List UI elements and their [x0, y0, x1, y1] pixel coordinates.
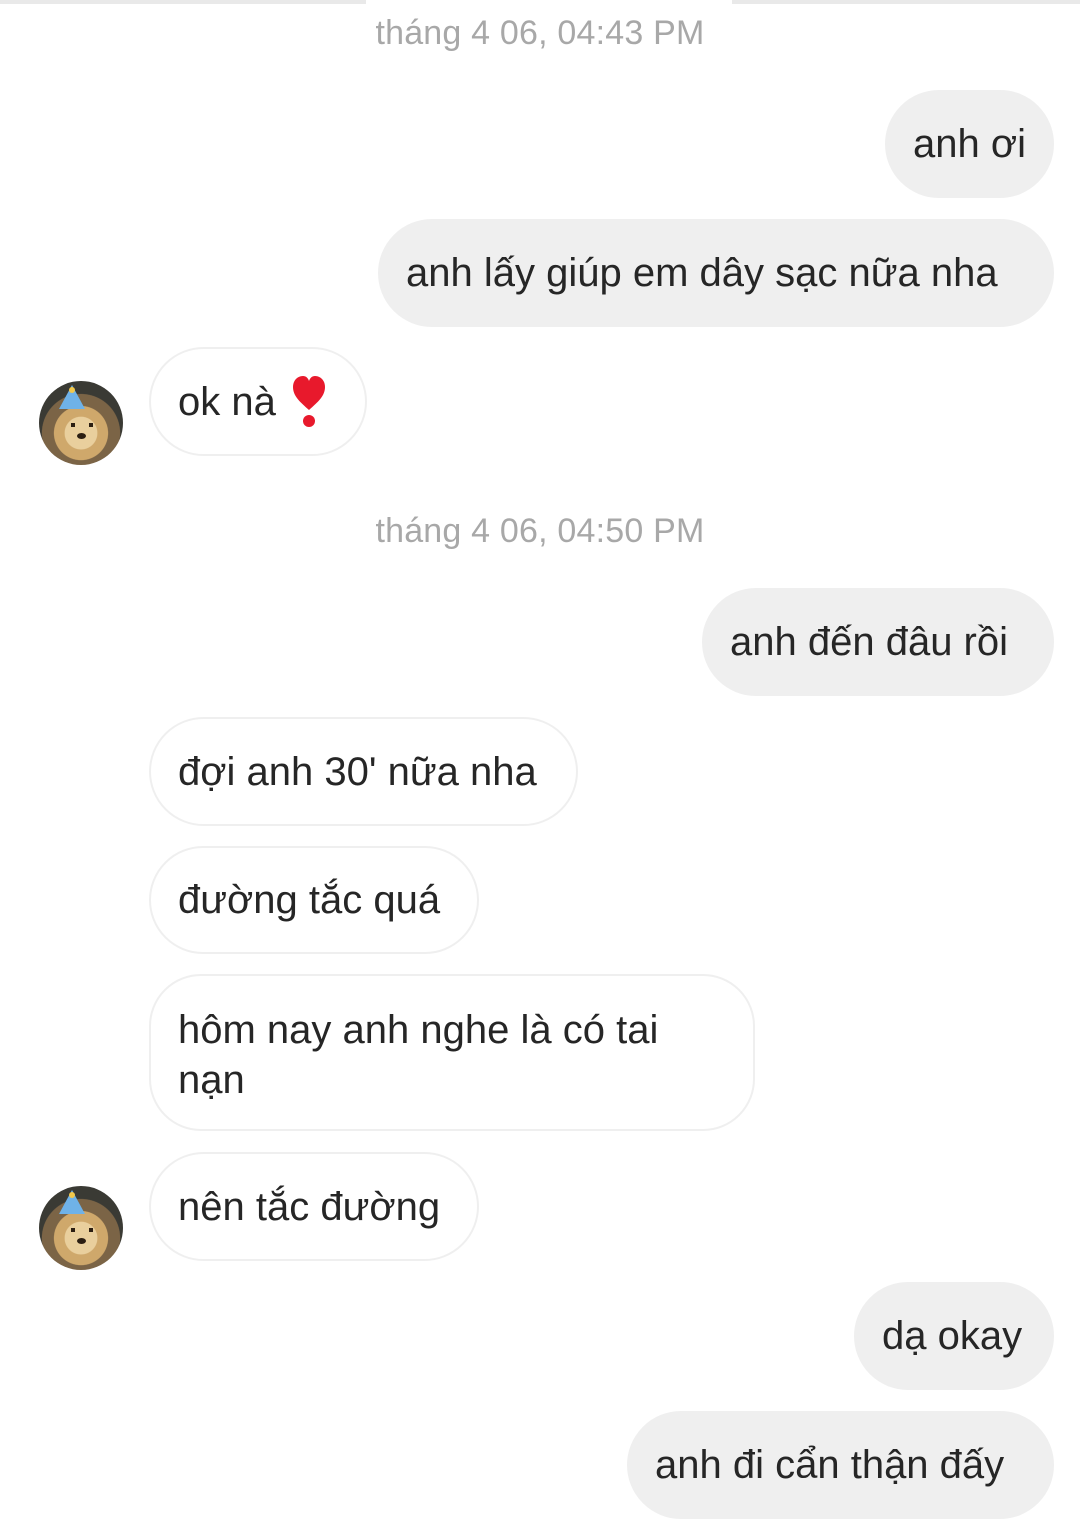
message-bubble-sent[interactable]: anh lấy giúp em dây sạc nữa nha — [378, 219, 1054, 327]
message-bubble-sent[interactable]: anh đi cẩn thận đấy — [627, 1411, 1054, 1519]
message-text: đường tắc quá — [178, 878, 441, 922]
message-bubble-sent[interactable]: dạ okay — [854, 1282, 1054, 1390]
top-edge-divider — [0, 0, 1080, 4]
message-text: nên tắc đường — [178, 1184, 441, 1229]
puppy-nose — [77, 1238, 86, 1244]
timestamp: tháng 4 06, 04:43 PM — [375, 14, 705, 52]
message-bubble-received[interactable]: đường tắc quá — [149, 846, 479, 954]
message-text: anh lấy giúp em dây sạc nữa nha — [406, 251, 998, 295]
message-text: hôm nay anh nghe là có tai nạn — [178, 1008, 659, 1102]
heavy-exclamation-heart-icon — [292, 375, 326, 428]
avatar[interactable] — [39, 381, 123, 465]
message-bubble-sent[interactable]: anh đến đâu rồi — [702, 588, 1054, 696]
message-text: dạ okay — [882, 1314, 1023, 1358]
message-text: anh ơi — [913, 122, 1026, 166]
message-text: anh đến đâu rồi — [730, 620, 1009, 664]
message-bubble-received[interactable]: hôm nay anh nghe là có tai nạn — [149, 974, 755, 1131]
message-bubble-received[interactable]: ok nà — [149, 347, 367, 456]
puppy-eyes — [71, 423, 93, 427]
puppy-nose — [77, 433, 86, 439]
message-text: đợi anh 30' nữa nha — [178, 749, 537, 794]
party-hat-icon — [59, 1190, 85, 1214]
message-bubble-sent[interactable]: anh ơi — [885, 90, 1054, 198]
message-text: anh đi cẩn thận đấy — [655, 1443, 1005, 1487]
message-bubble-received[interactable]: đợi anh 30' nữa nha — [149, 717, 578, 826]
puppy-eyes — [71, 1228, 93, 1232]
message-text: ok nà — [178, 379, 276, 424]
timestamp: tháng 4 06, 04:50 PM — [375, 512, 705, 550]
party-hat-icon — [59, 385, 85, 409]
avatar[interactable] — [39, 1186, 123, 1270]
message-bubble-received[interactable]: nên tắc đường — [149, 1152, 479, 1261]
